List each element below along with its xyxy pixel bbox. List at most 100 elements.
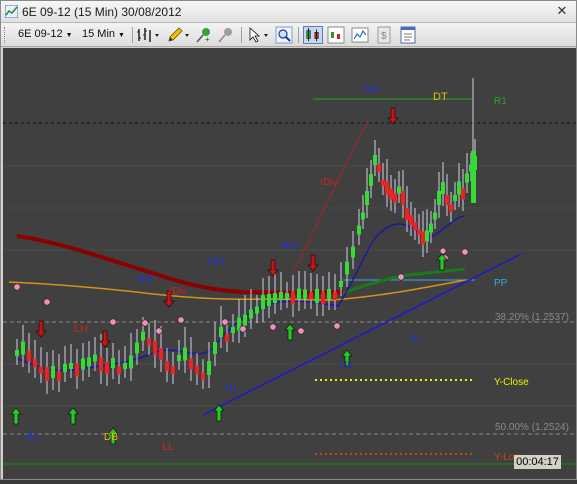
chevron-down-icon: ▼ bbox=[118, 32, 125, 39]
pivot-dot bbox=[333, 322, 341, 330]
properties-icon[interactable] bbox=[399, 26, 417, 44]
label-db: DB bbox=[104, 432, 118, 443]
instrument-label: 6E 09-12 bbox=[18, 28, 63, 40]
sma-green-line bbox=[342, 267, 466, 295]
candle-body bbox=[261, 295, 265, 309]
zoom-icon[interactable] bbox=[275, 26, 293, 44]
candle-body bbox=[255, 306, 259, 314]
candle-body bbox=[401, 191, 405, 205]
title-bar[interactable]: 6E 09-12 (15 Min) 30/08/2012 ✕ bbox=[1, 1, 576, 23]
pin-plus-icon[interactable]: + bbox=[195, 26, 213, 44]
pivot-dot bbox=[13, 283, 21, 291]
interval-label: 15 Min bbox=[82, 28, 116, 40]
label-hh-mid2: HH bbox=[208, 256, 224, 268]
window-title: 6E 09-12 (15 Min) 30/08/2012 bbox=[22, 5, 182, 19]
candle-body bbox=[393, 193, 397, 203]
candle-body bbox=[373, 155, 377, 165]
candle-body bbox=[171, 366, 175, 374]
candle-body bbox=[389, 188, 393, 200]
label-rdiv-lower: rDiv bbox=[169, 286, 187, 297]
interval-dropdown[interactable]: 15 Min ▼ bbox=[82, 28, 125, 40]
pivot-dot bbox=[439, 247, 447, 255]
pivot-dot bbox=[155, 327, 163, 335]
toolbar-separator bbox=[298, 27, 299, 43]
candle-body bbox=[421, 231, 425, 245]
pivot-dot bbox=[397, 273, 405, 281]
candle-body bbox=[69, 363, 73, 369]
candle-body bbox=[385, 181, 389, 195]
chart-window: 6E 09-12 (15 Min) 30/08/2012 ✕ 6E 09-12 ▼… bbox=[0, 0, 577, 480]
candle-body bbox=[159, 348, 163, 360]
pivot-dot bbox=[109, 318, 117, 326]
bar-timer: 00:04:17 bbox=[514, 455, 561, 469]
pivot-dot bbox=[461, 248, 469, 256]
pivot-dot bbox=[177, 316, 185, 324]
chart-app-icon bbox=[5, 5, 18, 18]
svg-text:+: + bbox=[205, 35, 210, 44]
label-ll: LL bbox=[162, 441, 174, 453]
toolbar-separator bbox=[132, 27, 133, 43]
pivot-dot bbox=[297, 327, 305, 335]
candle-body bbox=[207, 361, 211, 375]
arrow-down-icon bbox=[35, 320, 47, 338]
candle-body bbox=[129, 355, 133, 369]
candle-body bbox=[189, 358, 193, 370]
arrow-up-icon bbox=[67, 407, 79, 425]
toolbar-separator bbox=[241, 27, 242, 43]
toolbar-grip[interactable] bbox=[4, 27, 7, 43]
candle-body bbox=[437, 191, 441, 205]
pivot-dot bbox=[43, 298, 51, 306]
candle-body bbox=[153, 341, 157, 355]
candle-body bbox=[213, 342, 217, 354]
svg-text:$: $ bbox=[381, 31, 387, 42]
label-y-close: Y-Close bbox=[494, 377, 529, 388]
candle-body bbox=[465, 173, 469, 183]
candle-body bbox=[333, 292, 337, 300]
arrow-down-icon bbox=[307, 254, 319, 272]
pencil-icon[interactable] bbox=[166, 26, 192, 44]
instrument-dropdown[interactable]: 6E 09-12 ▼ bbox=[18, 28, 73, 40]
candle-body bbox=[273, 293, 277, 303]
candle-body bbox=[327, 289, 331, 299]
candle-body bbox=[453, 195, 457, 201]
candlestick-series bbox=[15, 78, 477, 394]
candle-body bbox=[309, 292, 313, 300]
candle-body bbox=[291, 291, 295, 305]
label-hh-top: HH bbox=[363, 84, 379, 96]
close-icon[interactable]: ✕ bbox=[554, 4, 570, 20]
candle-body bbox=[219, 327, 223, 337]
candle-body bbox=[409, 215, 413, 225]
bar-type-icon[interactable] bbox=[136, 26, 162, 44]
candle-body bbox=[321, 292, 325, 304]
candle-body bbox=[105, 362, 109, 374]
arrow-down-icon bbox=[267, 259, 279, 277]
candle-body bbox=[413, 222, 417, 230]
cursor-icon[interactable] bbox=[246, 26, 272, 44]
candle-body bbox=[147, 338, 151, 346]
indicator-icon[interactable] bbox=[327, 26, 345, 44]
chart-overlay-icon[interactable] bbox=[351, 26, 369, 44]
price-chart[interactable]: HH DT R1 rDiv HH HH HH rDiv LH PP 38.20%… bbox=[3, 48, 576, 479]
candle-body bbox=[397, 186, 401, 194]
price-chart-panel[interactable]: HH DT R1 rDiv HH HH HH rDiv LH PP 38.20%… bbox=[3, 48, 576, 479]
candle-body bbox=[57, 371, 61, 381]
label-lh: LH bbox=[74, 323, 88, 335]
chart-style-icon[interactable] bbox=[303, 26, 323, 44]
candle-body bbox=[433, 212, 437, 220]
candle-body bbox=[243, 314, 247, 326]
candle-body bbox=[405, 208, 409, 220]
pin-minus-icon[interactable] bbox=[217, 26, 235, 44]
candle-body bbox=[195, 365, 199, 375]
label-fib-50: 50.00% (1.2524) bbox=[495, 422, 569, 433]
label-pp: PP bbox=[494, 278, 508, 289]
chevron-down-icon: ▼ bbox=[65, 32, 73, 39]
candle-body bbox=[381, 180, 385, 186]
candle-body bbox=[63, 364, 67, 372]
strategy-icon[interactable]: $ bbox=[375, 26, 393, 44]
candle-body bbox=[81, 358, 85, 370]
candle-body bbox=[39, 366, 43, 374]
candle-body bbox=[27, 350, 31, 362]
candle-body bbox=[231, 327, 235, 333]
candle-body bbox=[225, 334, 229, 342]
candle-body bbox=[345, 261, 349, 275]
